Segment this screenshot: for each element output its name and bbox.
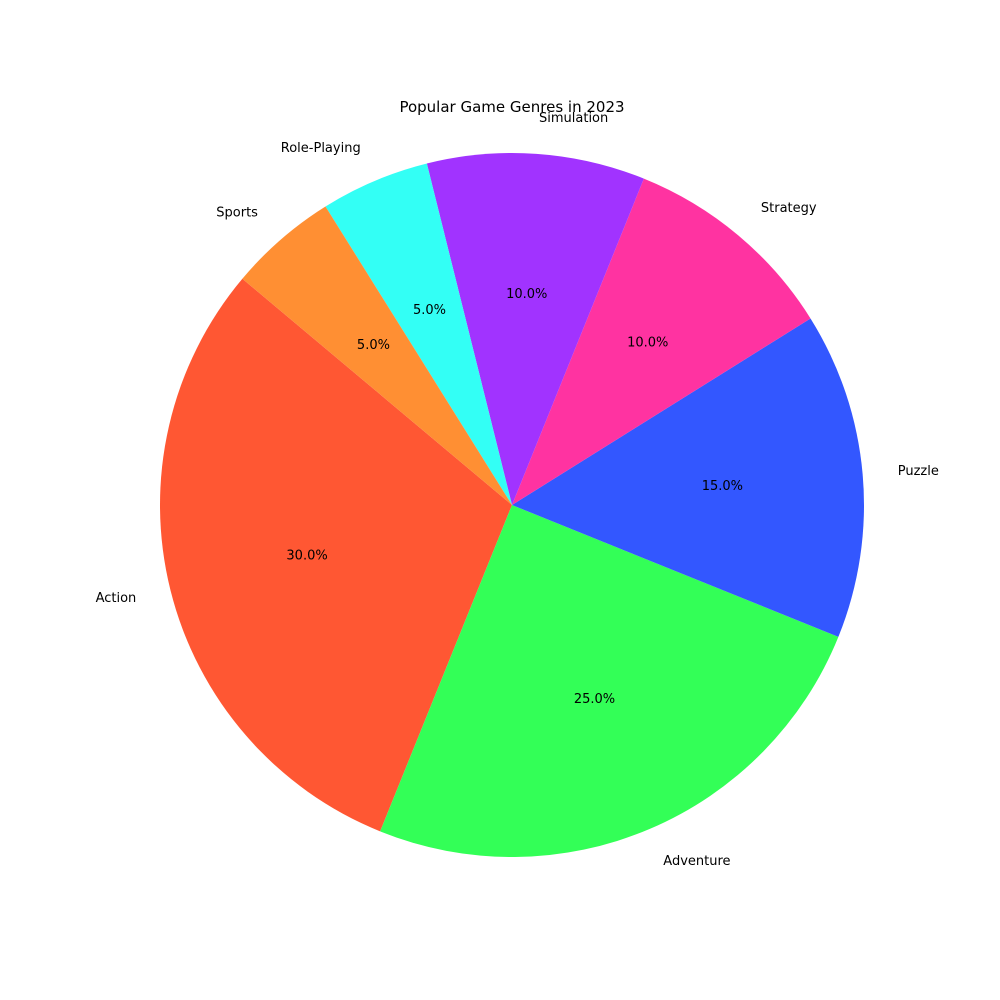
- slice-label-sports: Sports: [216, 205, 258, 220]
- pct-label-strategy: 10.0%: [627, 336, 668, 351]
- pct-label-simulation: 10.0%: [506, 287, 547, 302]
- pct-label-adventure: 25.0%: [574, 692, 615, 707]
- slice-label-puzzle: Puzzle: [898, 464, 939, 479]
- slice-label-simulation: Simulation: [539, 111, 608, 126]
- pie-slices: [159, 153, 864, 858]
- pct-label-puzzle: 15.0%: [702, 479, 743, 494]
- slice-label-role-playing: Role-Playing: [281, 141, 361, 156]
- pct-label-sports: 5.0%: [357, 338, 390, 353]
- slice-label-action: Action: [96, 591, 137, 606]
- chart-figure: Popular Game Genres in 2023 30.0% Action 2…: [0, 0, 1000, 1000]
- pie-chart: Popular Game Genres in 2023 30.0%Action2…: [96, 98, 939, 869]
- pct-label-action: 30.0%: [286, 549, 327, 564]
- pct-label-role-playing: 5.0%: [413, 303, 446, 318]
- slice-label-adventure: Adventure: [663, 854, 730, 869]
- slice-label-strategy: Strategy: [761, 201, 817, 216]
